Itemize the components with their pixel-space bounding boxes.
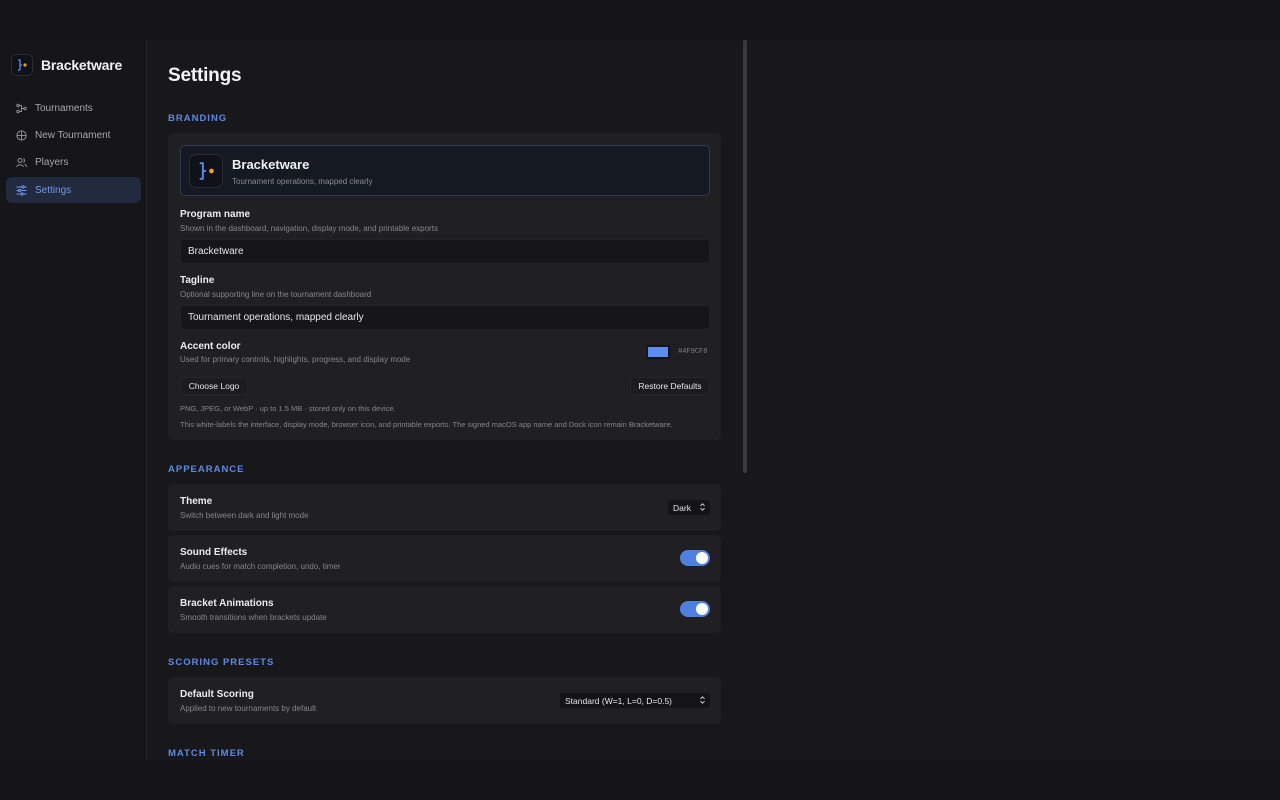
accent-color-label: Accent color xyxy=(180,341,241,352)
brand-preview-tagline: Tournament operations, mapped clearly xyxy=(232,177,373,186)
accent-color-hex: #4F9CF8 xyxy=(678,348,708,356)
sidebar-item-label: New Tournament xyxy=(35,129,111,141)
sidebar-item-new-tournament[interactable]: New Tournament xyxy=(6,122,141,148)
toggle-knob xyxy=(696,552,708,564)
content-scrollbar[interactable] xyxy=(743,40,747,473)
theme-select-value: Dark xyxy=(673,502,691,513)
sidebar-item-label: Players xyxy=(35,157,69,169)
default-scoring-label: Default Scoring xyxy=(180,689,254,700)
app-window: Bracketware Tournaments New Tournament P… xyxy=(0,40,1280,760)
theme-label: Theme xyxy=(180,496,213,507)
sound-effects-toggle[interactable] xyxy=(680,550,710,566)
choose-logo-button[interactable]: Choose Logo xyxy=(180,377,248,395)
bracket-icon xyxy=(16,103,27,114)
users-icon xyxy=(16,157,27,168)
sound-effects-label: Sound Effects xyxy=(180,547,248,558)
bracket-animations-label: Bracket Animations xyxy=(180,598,274,609)
sound-effects-setting: Sound Effects Audio cues for match compl… xyxy=(168,535,721,582)
brand-name: Bracketware xyxy=(41,57,123,73)
theme-select[interactable]: Dark xyxy=(668,500,710,515)
sidebar-brand: Bracketware xyxy=(11,54,122,76)
sliders-icon xyxy=(16,185,27,196)
section-title-appearance: APPEARANCE xyxy=(168,464,245,475)
sidebar-item-settings[interactable]: Settings xyxy=(6,177,141,204)
default-scoring-setting: Default Scoring Applied to new tournamen… xyxy=(168,677,721,724)
sidebar: Bracketware Tournaments New Tournament P… xyxy=(0,40,147,760)
tagline-help: Optional supporting line on the tourname… xyxy=(180,290,372,299)
window-bottom-bar xyxy=(0,760,1280,800)
brand-preview: Bracketware Tournament operations, mappe… xyxy=(180,145,710,196)
section-title-match-timer: MATCH TIMER xyxy=(168,748,245,759)
sidebar-item-players[interactable]: Players xyxy=(6,150,141,176)
tagline-input[interactable] xyxy=(180,305,710,330)
accent-color-swatch[interactable] xyxy=(646,345,670,359)
default-scoring-select[interactable]: Standard (W=1, L=0, D=0.5) xyxy=(560,693,710,708)
theme-setting: Theme Switch between dark and light mode… xyxy=(168,484,721,531)
bracket-animations-help: Smooth transitions when brackets update xyxy=(180,613,327,622)
default-scoring-value: Standard (W=1, L=0, D=0.5) xyxy=(565,695,673,706)
sidebar-nav: Tournaments New Tournament Players Setti… xyxy=(6,95,141,205)
restore-defaults-button[interactable]: Restore Defaults xyxy=(630,377,710,395)
chevron-up-down-icon xyxy=(699,695,706,707)
theme-help: Switch between dark and light mode xyxy=(180,511,309,520)
sidebar-item-tournaments[interactable]: Tournaments xyxy=(6,95,141,121)
accent-color-help: Used for primary controls, highlights, p… xyxy=(180,355,411,364)
whitelabel-note: This white-labels the interface, display… xyxy=(180,420,673,429)
window-top-bar xyxy=(0,0,1280,40)
program-name-label: Program name xyxy=(180,209,251,220)
default-scoring-help: Applied to new tournaments by default xyxy=(180,704,317,713)
brand-logo-icon xyxy=(11,54,33,76)
page-title: Settings xyxy=(168,65,242,86)
bracket-animations-toggle[interactable] xyxy=(680,601,710,617)
toggle-knob xyxy=(696,603,708,615)
program-name-input[interactable] xyxy=(180,239,710,264)
sidebar-item-label: Settings xyxy=(35,184,72,196)
bracket-animations-setting: Bracket Animations Smooth transitions wh… xyxy=(168,586,721,633)
program-name-help: Shown in the dashboard, navigation, disp… xyxy=(180,224,438,233)
branding-card: Bracketware Tournament operations, mappe… xyxy=(168,133,721,440)
tagline-label: Tagline xyxy=(180,275,215,286)
brand-preview-name: Bracketware xyxy=(232,157,310,172)
section-title-branding: BRANDING xyxy=(168,113,228,124)
settings-content: Settings BRANDING Bracketware Tournament… xyxy=(168,40,728,760)
section-title-scoring-presets: SCORING PRESETS xyxy=(168,657,275,668)
sidebar-item-label: Tournaments xyxy=(35,102,93,114)
globe-icon xyxy=(16,130,27,141)
chevron-up-down-icon xyxy=(699,502,706,514)
sound-effects-help: Audio cues for match completion, undo, t… xyxy=(180,562,341,571)
brand-preview-logo-icon xyxy=(189,154,223,188)
logo-note: PNG, JPEG, or WebP · up to 1.5 MB · stor… xyxy=(180,404,396,413)
